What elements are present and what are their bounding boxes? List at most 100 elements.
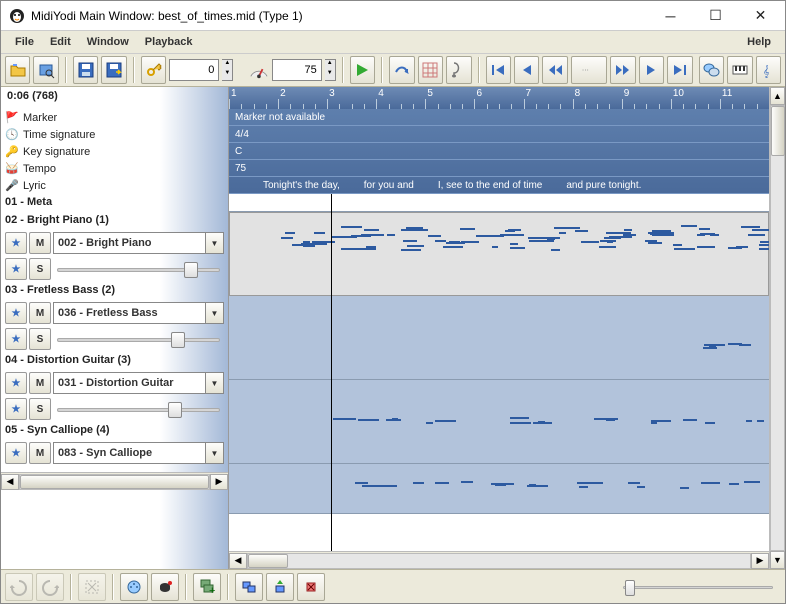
solo-button[interactable]: S (29, 328, 51, 350)
favorite-button[interactable]: ★ (5, 232, 27, 254)
marker-icon: 🚩 (5, 111, 19, 125)
keyboard-button[interactable] (727, 56, 752, 84)
favorite-button[interactable]: ★ (5, 372, 27, 394)
move-track-up-button[interactable] (266, 573, 294, 601)
lyric-label: Lyric (23, 180, 46, 192)
track-list-pane: 0:06 (768) 🚩 Marker 🕓 Time signature 🔑 Key … (1, 87, 229, 569)
favorite-button[interactable]: ★ (5, 442, 27, 464)
track-list-scrollbar[interactable]: ◀▶ (1, 472, 228, 490)
marker-label: Marker (23, 112, 57, 124)
solo-button[interactable]: S (29, 398, 51, 420)
add-track-button[interactable]: + (193, 573, 221, 601)
instrument-combo[interactable]: 083 - Syn Calliope▼ (53, 442, 224, 464)
chevron-down-icon[interactable]: ▼ (205, 303, 223, 323)
track-header[interactable]: 03 - Fretless Bass (2) (1, 282, 228, 300)
tempo-icon: 🥁 (5, 162, 19, 176)
chevron-down-icon[interactable]: ▼ (205, 373, 223, 393)
zoom-slider[interactable] (623, 578, 773, 596)
mute-button[interactable]: M (29, 232, 51, 254)
track-header[interactable]: 05 - Syn Calliope (4) (1, 422, 228, 440)
track-header[interactable]: 01 - Meta (1, 194, 228, 212)
keysig-value: C (229, 143, 769, 160)
go-start-button[interactable] (486, 56, 511, 84)
step-forward-button[interactable] (639, 56, 664, 84)
menu-edit[interactable]: Edit (42, 33, 79, 51)
minimize-button[interactable]: ─ (648, 1, 693, 30)
menu-help[interactable]: Help (739, 33, 779, 51)
app-icon (9, 8, 25, 24)
menu-window[interactable]: Window (79, 33, 137, 51)
playhead[interactable] (331, 194, 332, 551)
rewind-button[interactable] (542, 56, 567, 84)
mute-button[interactable]: M (29, 442, 51, 464)
duplicate-track-button[interactable] (235, 573, 263, 601)
save-button[interactable] (73, 56, 98, 84)
transpose-spinner[interactable]: ▲▼ (222, 59, 233, 81)
chevron-down-icon[interactable]: ▼ (205, 443, 223, 463)
favorite-button[interactable]: ★ (5, 258, 27, 280)
timeline-pane: 1234567891011 Marker not available 4/4 C… (229, 87, 769, 569)
titlebar: MidiYodi Main Window: best_of_times.mid … (1, 1, 785, 31)
go-end-button[interactable] (667, 56, 692, 84)
export-button[interactable] (389, 56, 414, 84)
maximize-button[interactable]: ☐ (693, 1, 738, 30)
favorite-button[interactable]: ★ (5, 398, 27, 420)
instrument-combo[interactable]: 036 - Fretless Bass▼ (53, 302, 224, 324)
play-button[interactable] (350, 56, 375, 84)
favorite-button[interactable]: ★ (5, 302, 27, 324)
grid-button[interactable] (418, 56, 443, 84)
volume-slider[interactable] (57, 399, 220, 419)
key-button[interactable] (141, 56, 166, 84)
position-display: 0:06 (768) (1, 87, 228, 109)
midi-in-button[interactable] (120, 573, 148, 601)
favorite-button[interactable]: ★ (5, 328, 27, 350)
bottom-toolbar: + (1, 569, 785, 603)
open-file-button[interactable] (5, 56, 30, 84)
track-header[interactable]: 04 - Distortion Guitar (3) (1, 352, 228, 370)
menu-playback[interactable]: Playback (137, 33, 201, 51)
volume-slider[interactable] (57, 329, 220, 349)
tempo-gauge-icon (249, 59, 269, 81)
timeline-v-scrollbar[interactable]: ▲ ▼ (769, 87, 785, 569)
redo-button[interactable] (36, 573, 64, 601)
instrument-combo[interactable]: 002 - Bright Piano▼ (53, 232, 224, 254)
svg-text:⋯: ⋯ (582, 68, 589, 75)
volume-slider[interactable] (57, 259, 220, 279)
menu-file[interactable]: File (7, 33, 42, 51)
lyric-icon: 🎤 (5, 179, 19, 193)
tempo-label: Tempo (23, 163, 56, 175)
time-ruler[interactable]: 1234567891011 (229, 87, 769, 109)
transpose-input[interactable] (169, 59, 219, 81)
timeline-h-scrollbar[interactable]: ◀▶ (229, 551, 769, 569)
chevron-down-icon[interactable]: ▼ (205, 233, 223, 253)
loop-button[interactable]: ⋯ (571, 56, 607, 84)
mute-button[interactable]: M (29, 372, 51, 394)
keysig-icon: 🔑 (5, 145, 19, 159)
timesig-label: Time signature (23, 129, 95, 141)
close-button[interactable]: ✕ (738, 1, 783, 30)
save-as-button[interactable] (101, 56, 126, 84)
remove-track-button[interactable] (297, 573, 325, 601)
clef-button[interactable]: 𝄞 (756, 56, 781, 84)
score-button[interactable] (446, 56, 471, 84)
keysig-label: Key signature (23, 146, 90, 158)
instrument-combo[interactable]: 031 - Distortion Guitar▼ (53, 372, 224, 394)
tracks-canvas[interactable] (229, 194, 769, 551)
timesig-icon: 🕓 (5, 128, 19, 142)
step-back-button[interactable] (514, 56, 539, 84)
chat-button[interactable] (699, 56, 724, 84)
track-header[interactable]: 02 - Bright Piano (1) (1, 212, 228, 230)
window-title: MidiYodi Main Window: best_of_times.mid … (31, 9, 648, 23)
solo-button[interactable]: S (29, 258, 51, 280)
tempo-input[interactable] (272, 59, 322, 81)
forward-button[interactable] (610, 56, 635, 84)
svg-text:𝄞: 𝄞 (763, 65, 770, 78)
menubar: File Edit Window Playback Help (1, 31, 785, 54)
tempo-spinner[interactable]: ▲▼ (325, 59, 336, 81)
mute-button[interactable]: M (29, 302, 51, 324)
examine-button[interactable] (33, 56, 58, 84)
undo-button[interactable] (5, 573, 33, 601)
record-button[interactable] (151, 573, 179, 601)
delete-button[interactable] (78, 573, 106, 601)
tempo-value: 75 (229, 160, 769, 177)
